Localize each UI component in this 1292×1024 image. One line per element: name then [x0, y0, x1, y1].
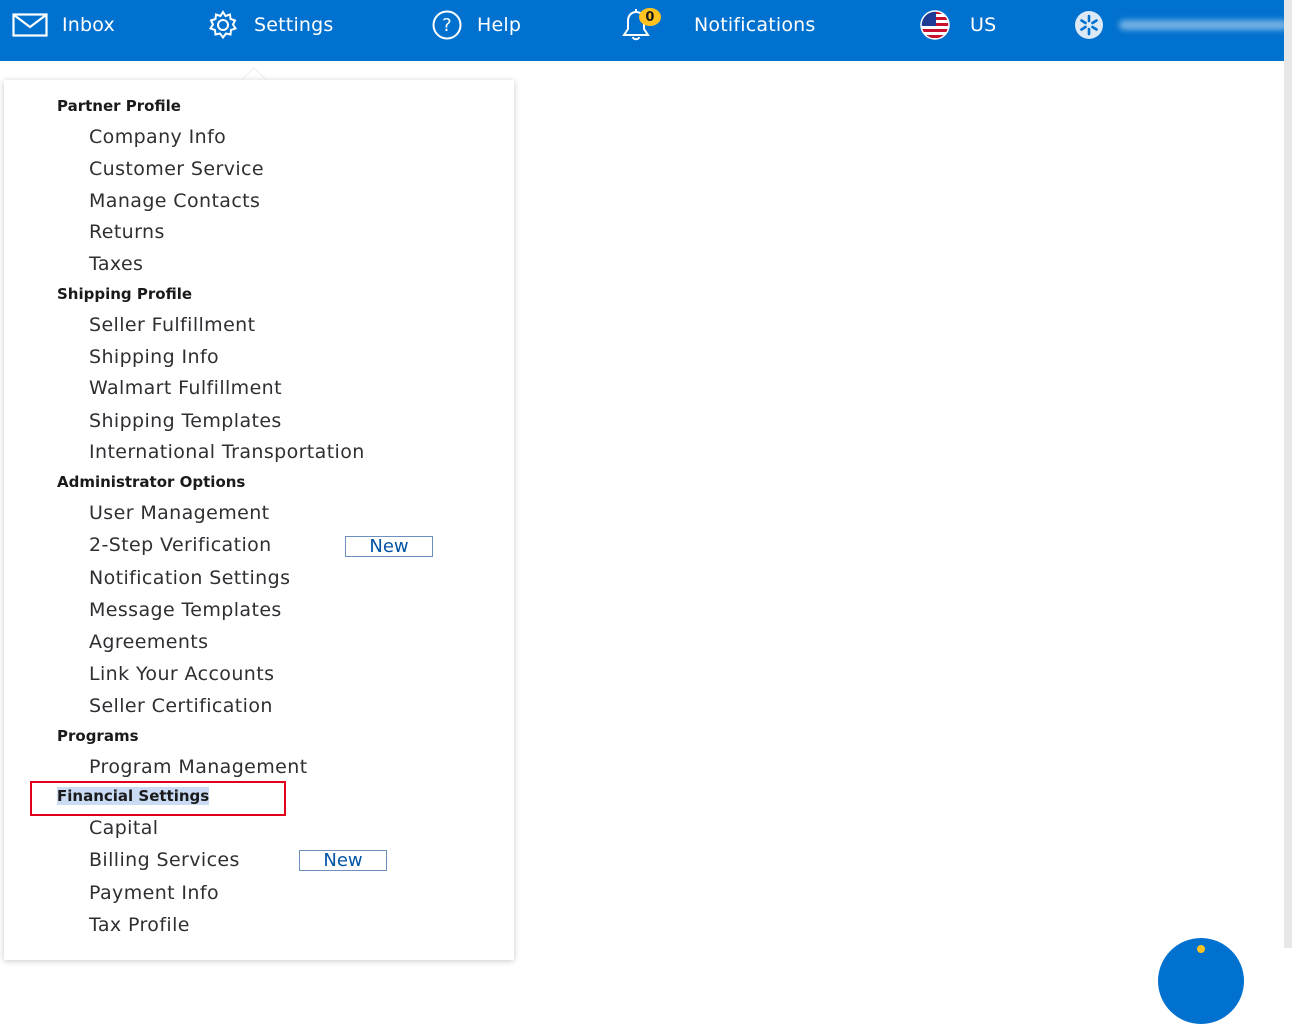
menu-item-payment-info[interactable]: Payment Info — [89, 882, 219, 904]
help-label: Help — [477, 14, 522, 36]
envelope-icon — [12, 13, 48, 37]
svg-text:?: ? — [442, 15, 452, 36]
bell-icon: 0 — [618, 3, 662, 47]
menu-item-seller-fulfillment[interactable]: Seller Fulfillment — [89, 314, 255, 336]
settings-label: Settings — [254, 14, 334, 36]
menu-item-company-info[interactable]: Company Info — [89, 126, 226, 148]
menu-item-link-your-accounts[interactable]: Link Your Accounts — [89, 663, 274, 685]
region-selector[interactable]: US — [914, 0, 996, 50]
help-bubble-dot-icon — [1197, 945, 1205, 953]
menu-item-taxes[interactable]: Taxes — [89, 253, 143, 275]
menu-item-customer-service[interactable]: Customer Service — [89, 158, 264, 180]
account-name-redacted — [1119, 20, 1289, 30]
chat-help-bubble[interactable] — [1158, 938, 1244, 1024]
menu-item-shipping-info[interactable]: Shipping Info — [89, 346, 219, 368]
section-title-administrator-options: Administrator Options — [57, 473, 246, 491]
section-title-shipping-profile: Shipping Profile — [57, 285, 193, 303]
inbox-button[interactable]: Inbox — [12, 0, 115, 50]
notifications-button[interactable]: 0 Notifications — [618, 0, 816, 50]
spark-icon — [1073, 9, 1105, 41]
menu-item-program-management[interactable]: Program Management — [89, 756, 308, 778]
help-button[interactable]: ? Help — [431, 0, 521, 50]
menu-item-seller-certification[interactable]: Seller Certification — [89, 695, 273, 717]
new-badge-2-step-verification: New — [345, 536, 433, 557]
section-title-partner-profile: Partner Profile — [57, 97, 181, 115]
inbox-label: Inbox — [62, 14, 115, 36]
gear-icon — [206, 9, 240, 41]
menu-item-international-transportation[interactable]: International Transportation — [89, 441, 365, 463]
section-title-programs: Programs — [57, 727, 139, 745]
notification-count-badge: 0 — [639, 8, 661, 26]
question-circle-icon: ? — [431, 9, 463, 41]
settings-button[interactable]: Settings — [206, 0, 334, 50]
menu-item-manage-contacts[interactable]: Manage Contacts — [89, 190, 260, 212]
menu-item-agreements[interactable]: Agreements — [89, 631, 208, 653]
menu-item-2-step-verification[interactable]: 2-Step Verification — [89, 534, 272, 556]
menu-item-capital[interactable]: Capital — [89, 817, 158, 839]
menu-item-shipping-templates[interactable]: Shipping Templates — [89, 410, 282, 432]
menu-item-billing-services[interactable]: Billing Services — [89, 849, 240, 871]
menu-item-walmart-fulfillment[interactable]: Walmart Fulfillment — [89, 377, 282, 399]
menu-item-notification-settings[interactable]: Notification Settings — [89, 567, 290, 589]
menu-item-returns[interactable]: Returns — [89, 221, 165, 243]
notifications-label: Notifications — [694, 14, 816, 36]
menu-item-user-management[interactable]: User Management — [89, 502, 270, 524]
region-label: US — [970, 14, 997, 36]
us-flag-icon — [914, 9, 956, 41]
menu-item-tax-profile[interactable]: Tax Profile — [89, 914, 190, 936]
highlight-outline-financial-settings — [30, 781, 286, 816]
new-badge-billing-services: New — [299, 850, 387, 871]
menu-item-message-templates[interactable]: Message Templates — [89, 599, 282, 621]
page-scrollbar[interactable] — [1284, 0, 1292, 948]
account-menu-button[interactable] — [1073, 0, 1289, 50]
top-navigation-bar: Inbox Settings ? Help 0 Notifications US — [0, 0, 1289, 61]
